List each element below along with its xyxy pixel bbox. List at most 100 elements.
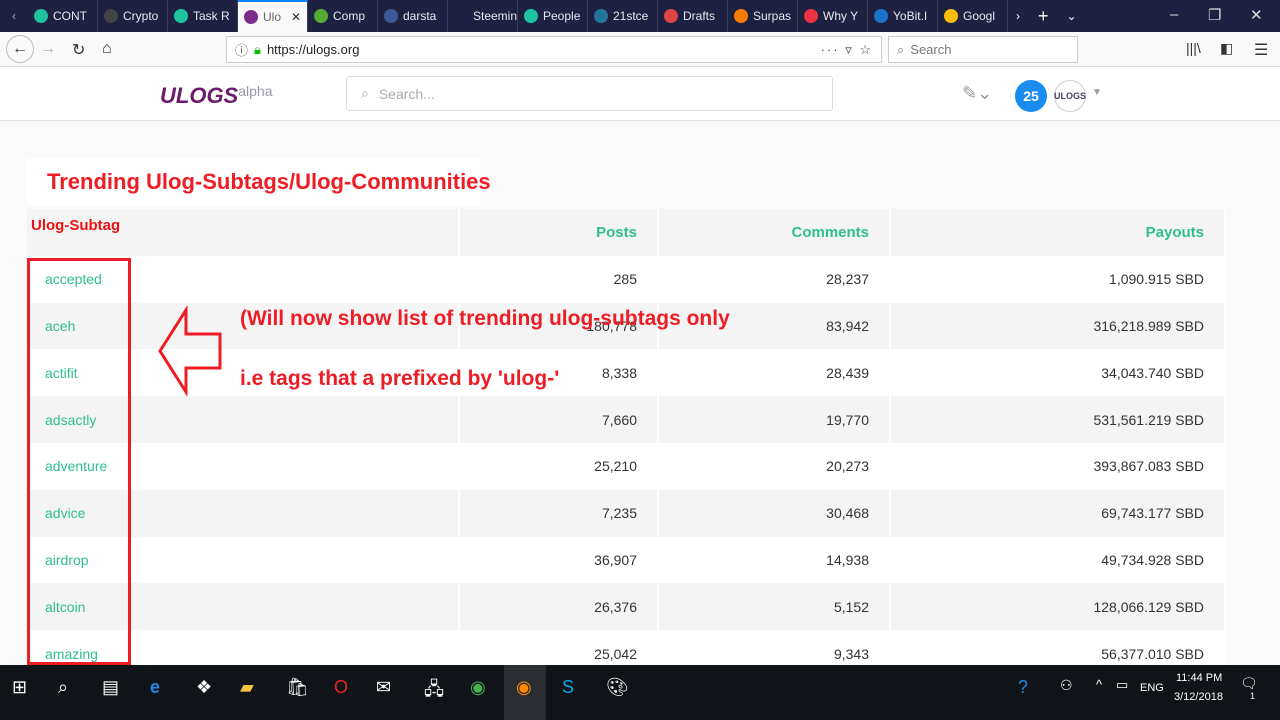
help-icon[interactable]: ?	[1018, 677, 1028, 698]
browser-tab[interactable]: Crypto	[98, 0, 168, 32]
browser-tab[interactable]: Why Y	[798, 0, 868, 32]
notification-badge[interactable]: 25	[1015, 80, 1047, 112]
reload-icon[interactable]: ↻	[72, 40, 85, 60]
browser-tab[interactable]: Ulo ✕	[238, 0, 308, 32]
browser-tab[interactable]: CONT	[28, 0, 98, 32]
cell-payouts: 393,867.083 SBD	[890, 442, 1226, 490]
browser-tab[interactable]: People	[518, 0, 588, 32]
skype-icon[interactable]: S	[562, 677, 574, 698]
clock-date[interactable]: 3/12/2018	[1174, 691, 1223, 703]
search-icon: ⌕	[897, 41, 905, 57]
annotation-highlight-box	[27, 258, 131, 665]
file-explorer-icon[interactable]: ▰	[240, 677, 254, 698]
site-logo[interactable]: ULOGSalpha	[160, 83, 273, 109]
annotation-line-1: (Will now show list of trending ulog-sub…	[240, 307, 730, 330]
tab-favicon-icon	[454, 9, 468, 23]
forward-icon[interactable]: →	[40, 40, 56, 58]
search-icon[interactable]: ⌕	[58, 677, 68, 698]
browser-tab[interactable]: Comp	[308, 0, 378, 32]
tab-favicon-icon	[874, 9, 888, 23]
store-icon[interactable]: 🛍︎	[286, 677, 309, 698]
tray-chevron-icon[interactable]: ^	[1096, 677, 1102, 692]
url-bar[interactable]: ⓘ 🔒︎ https://ulogs.org ··· ▿ ☆	[226, 36, 882, 63]
close-window-icon[interactable]: ✕	[1250, 6, 1263, 24]
table-row: airdrop 36,907 14,938 49,734.928 SBD	[27, 536, 1226, 584]
sidebar-icon[interactable]: ◧	[1220, 40, 1233, 57]
cell-payouts: 1,090.915 SBD	[890, 255, 1226, 303]
cell-posts: 7,235	[459, 489, 659, 537]
write-post-icon[interactable]: ✎⌄	[962, 83, 992, 104]
tab-favicon-icon	[384, 9, 398, 23]
browser-tab[interactable]: darsta	[378, 0, 448, 32]
dropbox-icon[interactable]: ❖	[196, 677, 212, 698]
taskbar: ⊞ ⌕ ▤ e ❖ ▰ 🛍︎ O ✉ 🖧 ◉ ◉ S 🎨︎ ? ⚇ ^ ▭ EN…	[0, 665, 1280, 720]
browser-tab[interactable]: Surpas	[728, 0, 798, 32]
tab-label: 21stce	[613, 9, 649, 23]
mail-icon[interactable]: ✉	[376, 677, 391, 698]
tab-label: YoBit.I	[893, 9, 928, 23]
edge-icon[interactable]: e	[150, 677, 160, 698]
tab-strip: ‹ CONT Crypto Task R Ulo ✕ Comp darsta Steeminv…	[0, 0, 1280, 32]
tab-favicon-icon	[734, 9, 748, 23]
clock-time[interactable]: 11:44 PM	[1176, 672, 1222, 684]
scroll-tabs-left-icon[interactable]: ‹	[0, 9, 28, 23]
language-indicator[interactable]: ENG	[1140, 682, 1164, 694]
table-row: altcoin 26,376 5,152 128,066.129 SBD	[27, 583, 1226, 631]
page-actions-icons[interactable]: ··· ▿ ☆	[821, 42, 873, 58]
browser-search-input[interactable]: ⌕ Search	[888, 36, 1078, 63]
back-icon[interactable]: ←	[6, 35, 34, 63]
tab-label: CONT	[53, 9, 87, 23]
tab-label: Steeminvit	[473, 9, 518, 23]
minimize-icon[interactable]: –	[1170, 6, 1178, 23]
browser-tab[interactable]: Task R	[168, 0, 238, 32]
task-view-icon[interactable]: ▤	[102, 677, 119, 698]
column-header-posts[interactable]: Posts	[459, 209, 659, 256]
browser-tab[interactable]: Steeminvit	[448, 0, 518, 32]
column-header-subtag[interactable]: Ulog-Subtag	[27, 209, 460, 256]
info-icon[interactable]: ⓘ	[235, 40, 248, 59]
tab-favicon-icon	[524, 9, 538, 23]
tab-favicon-icon	[244, 10, 258, 24]
library-icon[interactable]: |||\	[1186, 40, 1201, 56]
menu-icon[interactable]: ☰	[1254, 40, 1268, 60]
tab-favicon-icon	[804, 9, 818, 23]
action-center-icon[interactable]: 🗨︎	[1240, 675, 1258, 692]
url-text[interactable]: https://ulogs.org	[267, 42, 360, 57]
table-row: adventure 25,210 20,273 393,867.083 SBD	[27, 442, 1226, 490]
browser-tab[interactable]: 21stce	[588, 0, 658, 32]
browser-tab[interactable]: Googl	[938, 0, 1008, 32]
tab-favicon-icon	[944, 9, 958, 23]
annotation-line-2: i.e tags that a prefixed by 'ulog-'	[240, 367, 560, 390]
browser-tab[interactable]: YoBit.I	[868, 0, 938, 32]
battery-icon[interactable]: ▭	[1116, 677, 1128, 693]
search-placeholder: Search	[910, 42, 952, 57]
column-header-payouts[interactable]: Payouts	[890, 209, 1226, 256]
paint-icon[interactable]: 🎨︎	[606, 677, 629, 698]
scroll-tabs-right-icon[interactable]: ›	[1016, 9, 1020, 23]
restore-icon[interactable]: ❐	[1208, 6, 1221, 24]
cell-posts: 285	[459, 255, 659, 303]
tab-label: Ulo	[263, 10, 282, 24]
people-icon[interactable]: ⚇	[1060, 677, 1073, 694]
cell-comments: 19,770	[658, 396, 891, 443]
firefox-icon[interactable]: ◉	[516, 677, 532, 698]
list-tabs-icon[interactable]: ⌄	[1067, 9, 1077, 23]
column-header-comments[interactable]: Comments	[658, 209, 891, 256]
site-search-input[interactable]: ⌕ Search...	[346, 76, 833, 111]
page-title: Trending Ulog-Subtags/Ulog-Communities	[47, 169, 491, 194]
avatar[interactable]: ULOGS	[1054, 80, 1086, 112]
tab-favicon-icon	[174, 9, 188, 23]
network-app-icon[interactable]: 🖧	[424, 677, 444, 707]
tab-label: Task R	[193, 9, 230, 23]
close-tab-icon[interactable]: ✕	[291, 10, 301, 24]
windows-start-icon[interactable]: ⊞	[12, 677, 27, 698]
chrome-icon[interactable]: ◉	[470, 677, 486, 698]
caret-down-icon[interactable]: ▼	[1092, 87, 1102, 98]
browser-tab[interactable]: Drafts	[658, 0, 728, 32]
new-tab-icon[interactable]: +	[1038, 6, 1049, 27]
cell-comments: 28,237	[658, 255, 891, 303]
cell-payouts: 531,561.219 SBD	[890, 396, 1226, 443]
home-icon[interactable]: ⌂	[102, 40, 112, 58]
opera-icon[interactable]: O	[334, 677, 348, 698]
cell-posts: 26,376	[459, 583, 659, 631]
